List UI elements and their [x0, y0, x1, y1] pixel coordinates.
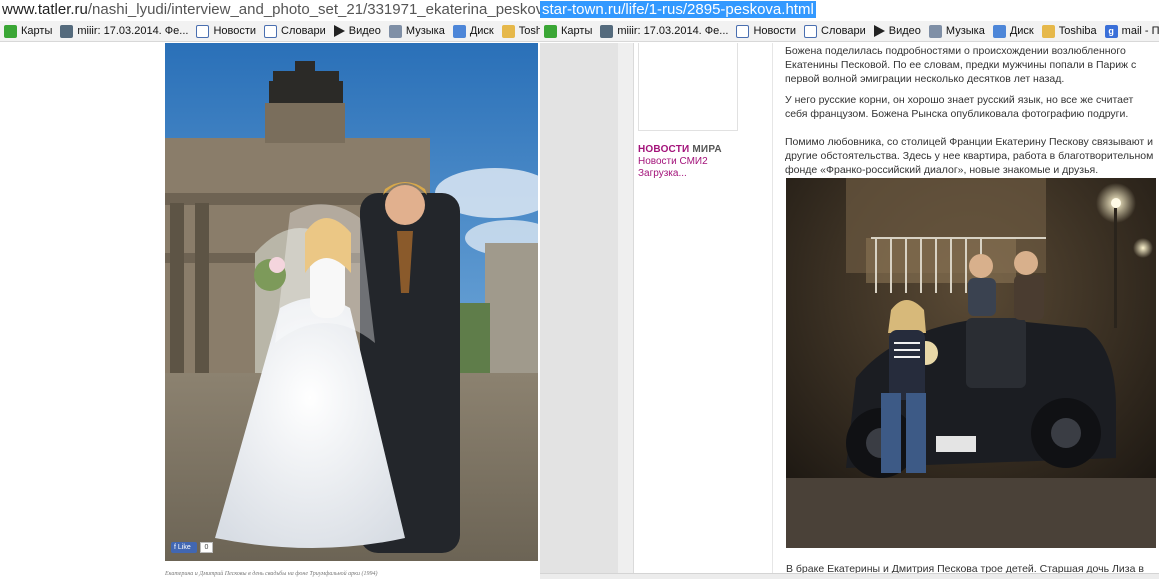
address-bar[interactable]: www.tatler.ru/nashi_lyudi/interview_and_… — [0, 0, 540, 21]
bookmark-video[interactable]: Видео — [873, 25, 921, 37]
folder-icon — [501, 24, 515, 38]
page-content: НОВОСТИ МИРА Новости СМИ2 Загрузка... Бо… — [540, 43, 1159, 579]
bookmark-label: Видео — [888, 25, 921, 37]
document-icon — [804, 24, 818, 38]
document-icon — [196, 24, 210, 38]
bookmark-miiir[interactable]: miiir: 17.03.2014. Фе... — [60, 24, 189, 38]
bookmark-label: Новости — [753, 25, 797, 37]
address-bar-url[interactable]: star-town.ru/life/1-rus/2895-peskova.htm… — [540, 1, 816, 18]
bookmark-label: Видео — [348, 25, 381, 37]
bookmark-label: Новости — [213, 25, 257, 37]
right-browser-window: star-town.ru/life/1-rus/2895-peskova.htm… — [540, 0, 1159, 579]
article-paragraph: Божена поделилась подробностями о происх… — [785, 45, 1137, 85]
sidebar-widget-box — [638, 43, 738, 131]
maps-icon — [4, 24, 17, 38]
bookmark-label: Карты — [561, 25, 593, 37]
bookmark-news[interactable]: Новости — [196, 24, 257, 38]
folder-icon — [1041, 24, 1055, 38]
bookmark-label: Toshi — [518, 25, 540, 37]
page-left-gutter — [618, 43, 634, 579]
document-icon — [264, 24, 278, 38]
photo-caption: Екатерина и Дмитрий Песковы в день свадь… — [165, 571, 378, 577]
address-bar-url[interactable]: www.tatler.ru/nashi_lyudi/interview_and_… — [0, 1, 540, 18]
gmail-icon: g — [1104, 24, 1118, 38]
bookmark-label: Диск — [469, 25, 494, 37]
bookmark-label: miiir: 17.03.2014. Фе... — [617, 25, 729, 37]
article-paragraph: У него русские корни, он хорошо знает ру… — [785, 94, 1134, 120]
bookmark-label: Словари — [821, 25, 866, 37]
user-icon — [60, 24, 74, 38]
bookmarks-bar: Карты miiir: 17.03.2014. Фе... Новости С… — [540, 21, 1159, 42]
address-bar[interactable]: star-town.ru/life/1-rus/2895-peskova.htm… — [540, 0, 1159, 21]
bookmark-mail-search[interactable]: gmail - Поис — [1104, 24, 1159, 38]
disk-icon — [992, 24, 1006, 38]
news-widget-title-part1: НОВОСТИ — [638, 144, 690, 155]
user-icon — [600, 24, 614, 38]
bookmark-news[interactable]: Новости — [736, 24, 797, 38]
bookmark-toshiba[interactable]: Toshi — [501, 24, 540, 38]
bookmark-label: Toshiba — [1058, 25, 1097, 37]
disk-icon — [452, 24, 466, 38]
url-host: www.tatler.ru — [2, 1, 88, 18]
news-smi2-link[interactable]: Новости СМИ2 — [638, 156, 708, 167]
news-widget-title-part2: МИРА — [692, 144, 722, 155]
bookmark-label: Диск — [1009, 25, 1034, 37]
bookmark-label: mail - Поис — [1121, 25, 1159, 37]
bookmark-disk[interactable]: Диск — [452, 24, 494, 38]
facebook-like-count: 0 — [200, 542, 213, 553]
article-paragraph: Помимо любовника, со столицей Франции Ек… — [785, 136, 1154, 176]
wedding-photo — [165, 43, 538, 561]
bookmark-dictionaries[interactable]: Словари — [804, 24, 866, 38]
bookmark-maps[interactable]: Карты — [544, 24, 593, 38]
play-icon — [873, 25, 885, 37]
music-icon — [928, 24, 942, 38]
bookmark-toshiba[interactable]: Toshiba — [1041, 24, 1097, 38]
document-icon — [736, 24, 750, 38]
column-divider — [772, 43, 773, 579]
article-body: Божена поделилась подробностями о происх… — [785, 43, 1155, 184]
play-icon — [333, 25, 345, 37]
facebook-like-button[interactable]: f Like — [171, 542, 197, 553]
bookmark-disk[interactable]: Диск — [992, 24, 1034, 38]
bookmark-video[interactable]: Видео — [333, 25, 381, 37]
bookmark-miiir[interactable]: miiir: 17.03.2014. Фе... — [600, 24, 729, 38]
horizontal-scrollbar[interactable] — [540, 573, 1159, 579]
bookmark-music[interactable]: Музыка — [928, 24, 985, 38]
bookmark-label: Карты — [21, 25, 53, 37]
music-icon — [388, 24, 402, 38]
left-browser-window: www.tatler.ru/nashi_lyudi/interview_and_… — [0, 0, 540, 579]
news-loading-text: Загрузка... — [638, 168, 687, 179]
bookmark-music[interactable]: Музыка — [388, 24, 445, 38]
bookmark-label: miiir: 17.03.2014. Фе... — [77, 25, 189, 37]
bookmark-maps[interactable]: Карты — [4, 24, 53, 38]
bookmark-label: Словари — [281, 25, 326, 37]
bookmarks-bar: Карты miiir: 17.03.2014. Фе... Новости С… — [0, 21, 540, 42]
url-path: /nashi_lyudi/interview_and_photo_set_21/… — [87, 1, 540, 18]
family-photo — [786, 178, 1156, 548]
page-left-margin — [540, 43, 618, 579]
bookmark-label: Музыка — [945, 25, 985, 37]
bookmark-label: Музыка — [405, 25, 445, 37]
bookmark-dictionaries[interactable]: Словари — [264, 24, 326, 38]
maps-icon — [544, 24, 557, 38]
news-widget-title: НОВОСТИ МИРА — [638, 144, 722, 155]
